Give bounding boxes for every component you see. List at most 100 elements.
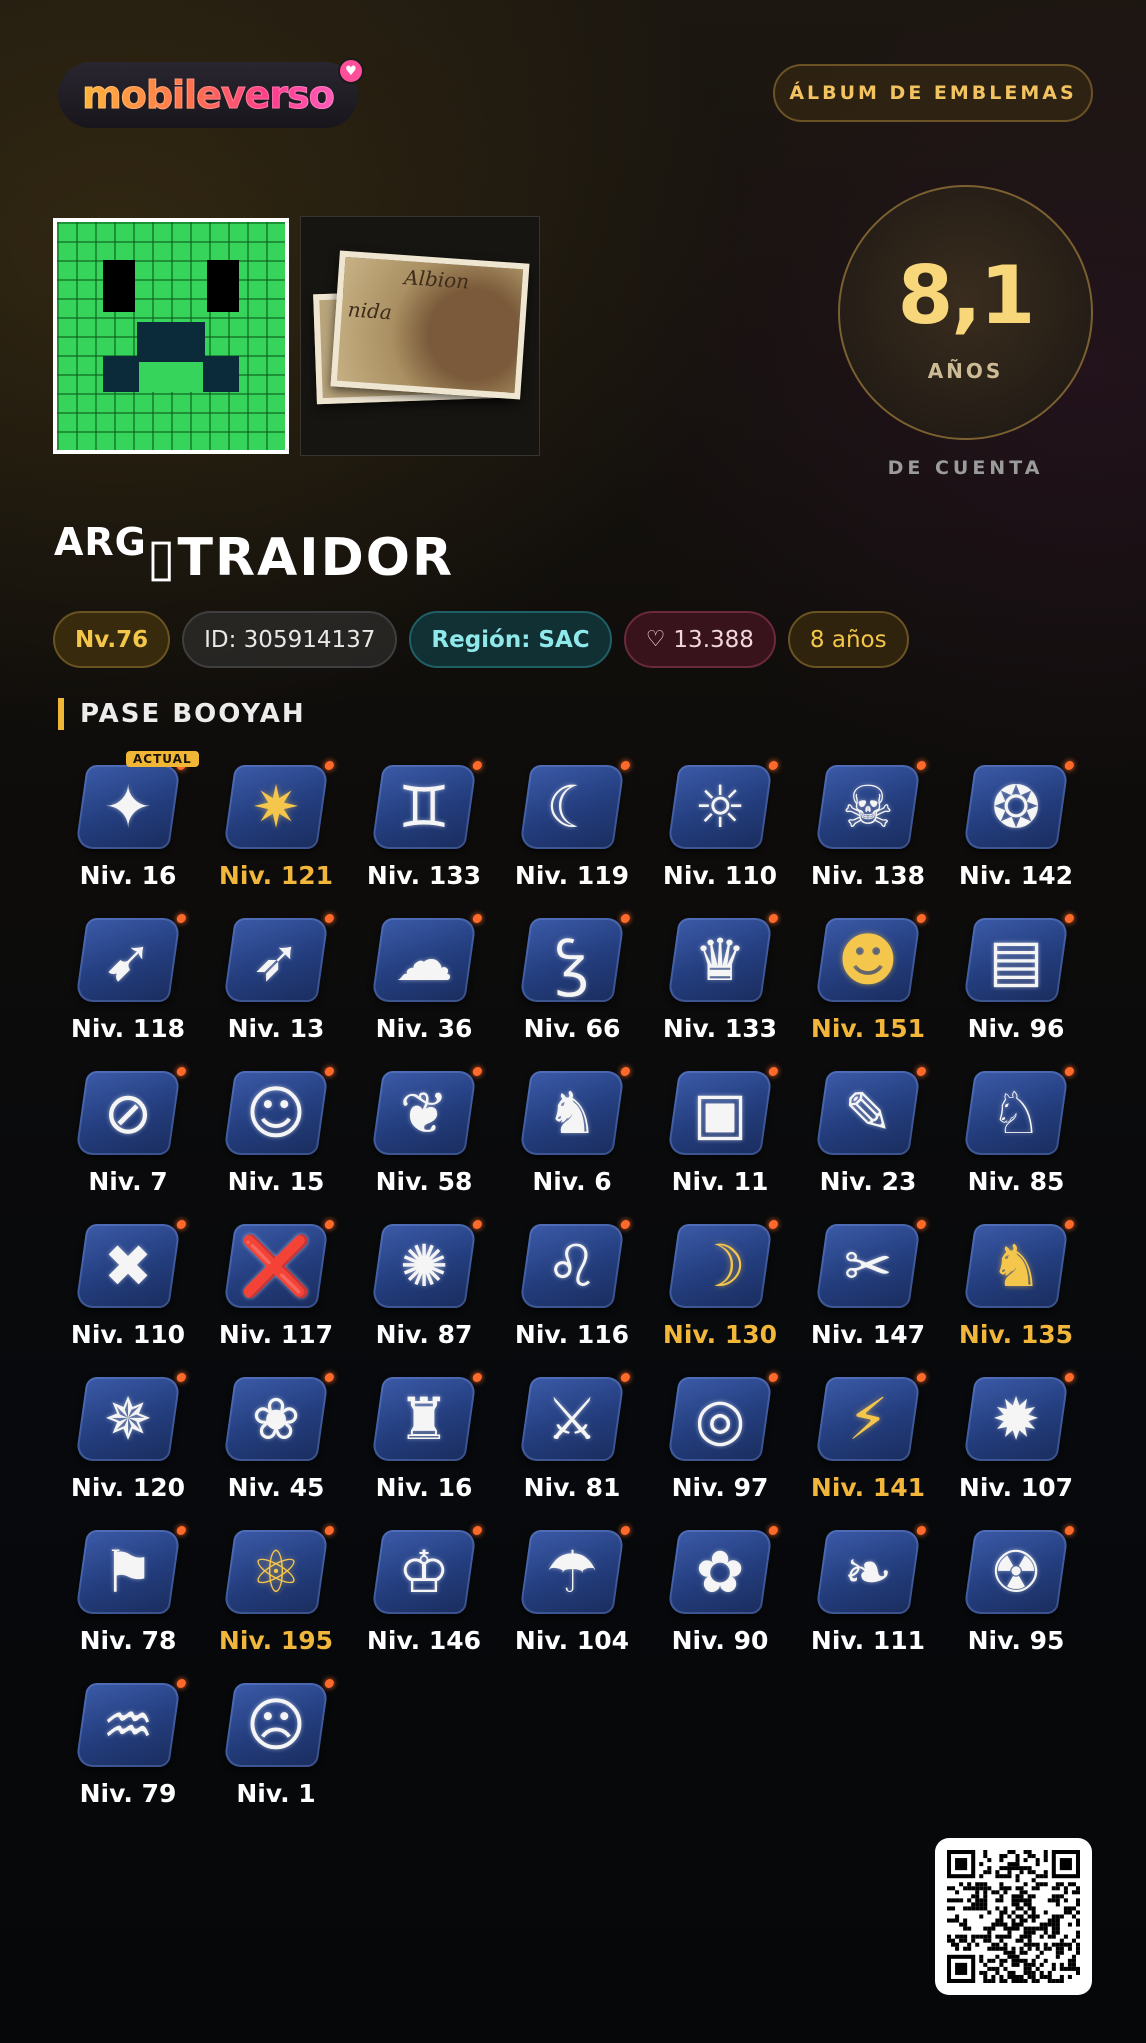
emblem-icon: ❧: [843, 1538, 893, 1606]
album-emblems-button[interactable]: ÁLBUM DE EMBLEMAS: [773, 64, 1093, 122]
emblem-level-label: Niv. 138: [810, 861, 926, 890]
emblem-icon: ♔: [398, 1538, 450, 1606]
emblem-level-label: Niv. 45: [227, 1473, 325, 1502]
emblem-item[interactable]: ✎ Niv. 23: [794, 1063, 942, 1203]
mobileverso-logo[interactable]: mobileverso ♥: [58, 58, 364, 128]
qr-code[interactable]: [935, 1838, 1092, 1995]
emblem-item[interactable]: ☻ Niv. 151: [794, 910, 942, 1050]
emblem-item[interactable]: ☼ Niv. 110: [646, 757, 794, 897]
emblem-icon: ♞: [546, 1079, 598, 1147]
level-badge: Nv.76: [53, 611, 171, 668]
emblem-item[interactable]: ▤ Niv. 96: [942, 910, 1090, 1050]
emblem-item[interactable]: ➹ Niv. 118: [54, 910, 202, 1050]
account-age-circle: 8,1 AÑOS: [838, 185, 1093, 440]
emblem-item[interactable]: ♘ Niv. 85: [942, 1063, 1090, 1203]
emblem-item[interactable]: ♜ Niv. 16: [350, 1369, 498, 1509]
emblem-item[interactable]: ☁ Niv. 36: [350, 910, 498, 1050]
emblem-item[interactable]: ⚑ Niv. 78: [54, 1522, 202, 1662]
emblem-item[interactable]: ♞ Niv. 6: [498, 1063, 646, 1203]
player-nickname: TRAIDOR: [177, 528, 455, 588]
emblem-icon: ☁: [395, 926, 453, 994]
emblem-level-label: Niv. 121: [218, 861, 334, 890]
emblem-level-label: Niv. 85: [967, 1167, 1065, 1196]
account-age-caption: DE CUENTA: [887, 457, 1044, 479]
emblem-item[interactable]: ♛ Niv. 133: [646, 910, 794, 1050]
emblem-item[interactable]: ♒ Niv. 79: [54, 1675, 202, 1815]
emblem-item[interactable]: ❌ Niv. 117: [202, 1216, 350, 1356]
emblem-item[interactable]: ❦ Niv. 58: [350, 1063, 498, 1203]
emblem-level-label: Niv. 141: [810, 1473, 926, 1502]
emblem-item[interactable]: Ꝣ Niv. 66: [498, 910, 646, 1050]
emblem-level-label: Niv. 79: [79, 1779, 177, 1808]
emblem-icon: ☾: [546, 773, 598, 841]
emblem-level-label: Niv. 110: [662, 861, 778, 890]
emblem-icon: ☼: [694, 773, 746, 841]
emblem-icon: ✵: [103, 1385, 153, 1453]
emblem-level-label: Niv. 116: [514, 1320, 630, 1349]
emblem-icon: ♌: [546, 1232, 598, 1300]
likes-count: 13.388: [673, 626, 754, 653]
emblem-item[interactable]: ♔ Niv. 146: [350, 1522, 498, 1662]
emblem-level-label: Niv. 135: [958, 1320, 1074, 1349]
creeper-face-icon: [57, 222, 285, 450]
emblem-level-label: Niv. 130: [662, 1320, 778, 1349]
emblem-level-label: Niv. 90: [671, 1626, 769, 1655]
emblem-icon: ☻: [837, 926, 899, 994]
emblem-icon: ⚛: [250, 1538, 302, 1606]
emblem-item[interactable]: ✵ Niv. 120: [54, 1369, 202, 1509]
profile-banner: Albion nida: [300, 216, 540, 456]
emblem-item[interactable]: ✂ Niv. 147: [794, 1216, 942, 1356]
logo-text: mobileverso: [82, 73, 336, 118]
emblem-icon: ✹: [991, 1385, 1041, 1453]
emblem-item[interactable]: ☾ Niv. 119: [498, 757, 646, 897]
emblem-item[interactable]: ⚔ Niv. 81: [498, 1369, 646, 1509]
emblem-level-label: Niv. 13: [227, 1014, 325, 1043]
emblem-icon: ✎: [843, 1079, 893, 1147]
emblem-item[interactable]: ✦ Niv. 16 ACTUAL: [54, 751, 202, 897]
emblem-item[interactable]: ♊ Niv. 133: [350, 757, 498, 897]
account-age-value: 8,1: [897, 249, 1036, 342]
years-badge: 8 años: [787, 611, 909, 668]
emblem-icon: ◎: [694, 1385, 746, 1453]
emblem-icon: ✺: [399, 1232, 449, 1300]
emblem-level-label: Niv. 95: [967, 1626, 1065, 1655]
emblem-item[interactable]: ☢ Niv. 95: [942, 1522, 1090, 1662]
emblem-item[interactable]: ⚡ Niv. 141: [794, 1369, 942, 1509]
emblem-item[interactable]: ♞ Niv. 135: [942, 1216, 1090, 1356]
emblem-item[interactable]: ♌ Niv. 116: [498, 1216, 646, 1356]
emblem-item[interactable]: ☹ Niv. 1: [202, 1675, 350, 1815]
emblem-item[interactable]: ✺ Niv. 87: [350, 1216, 498, 1356]
emblem-item[interactable]: ⚛ Niv. 195: [202, 1522, 350, 1662]
emblem-icon: ♒: [102, 1691, 154, 1759]
player-badges: Nv.76 ID: 305914137 Región: SAC ♡ 13.388…: [53, 611, 909, 668]
emblem-item[interactable]: ❀ Niv. 45: [202, 1369, 350, 1509]
emblem-item[interactable]: ☽ Niv. 130: [646, 1216, 794, 1356]
emblem-item[interactable]: ➶ Niv. 13: [202, 910, 350, 1050]
emblem-item[interactable]: ✷ Niv. 121: [202, 757, 350, 897]
emblem-item[interactable]: ❧ Niv. 111: [794, 1522, 942, 1662]
likes-badge: ♡ 13.388: [623, 611, 776, 668]
emblem-icon: ▤: [988, 926, 1044, 994]
emblem-icon: ✷: [251, 773, 301, 841]
emblem-item[interactable]: ☂ Niv. 104: [498, 1522, 646, 1662]
emblem-item[interactable]: ⊘ Niv. 7: [54, 1063, 202, 1203]
banner-text-side: nida: [347, 297, 393, 325]
emblem-level-label: Niv. 111: [810, 1626, 926, 1655]
emblem-item[interactable]: ☠ Niv. 138: [794, 757, 942, 897]
emblem-level-label: Niv. 107: [958, 1473, 1074, 1502]
emblem-item[interactable]: ✖ Niv. 110: [54, 1216, 202, 1356]
emblem-item[interactable]: ◎ Niv. 97: [646, 1369, 794, 1509]
emblem-level-label: Niv. 110: [70, 1320, 186, 1349]
emblem-icon: ♞: [990, 1232, 1042, 1300]
emblem-icon: ✂: [843, 1232, 893, 1300]
emblem-icon: ❂: [991, 773, 1041, 841]
emblem-level-label: Niv. 15: [227, 1167, 325, 1196]
emblem-item[interactable]: ✹ Niv. 107: [942, 1369, 1090, 1509]
current-emblem-tag: ACTUAL: [126, 751, 199, 767]
emblem-item[interactable]: ▣ Niv. 11: [646, 1063, 794, 1203]
emblem-level-label: Niv. 78: [79, 1626, 177, 1655]
emblem-item[interactable]: ☺ Niv. 15: [202, 1063, 350, 1203]
emblem-item[interactable]: ❂ Niv. 142: [942, 757, 1090, 897]
emblem-item[interactable]: ✿ Niv. 90: [646, 1522, 794, 1662]
emblem-level-label: Niv. 16: [375, 1473, 473, 1502]
